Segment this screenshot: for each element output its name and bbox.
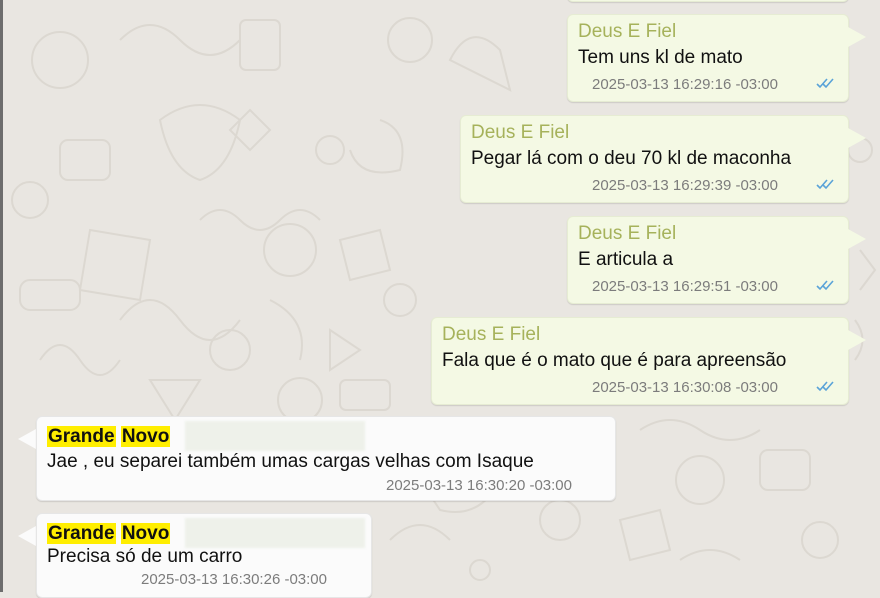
pane-left-border	[0, 0, 3, 592]
message-timestamp: 2025-03-13 16:29:16 -03:00	[592, 76, 778, 93]
sender-name-first: Grande	[47, 523, 116, 544]
incoming-message[interactable]: Grande Novo Precisa só de um carro 2025-…	[36, 513, 372, 598]
double-check-icon	[816, 78, 834, 89]
sender-name-first: Grande	[47, 426, 116, 447]
redacted-area	[185, 518, 365, 548]
message-sender-name: Deus E Fiel	[442, 324, 541, 345]
message-sender-name: Deus E Fiel	[471, 122, 570, 143]
message-timestamp: 2025-03-13 16:29:51 -03:00	[592, 278, 778, 295]
message-sender-name: Grande Novo	[47, 523, 171, 545]
message-sender-name: Deus E Fiel	[578, 21, 677, 42]
outgoing-message-partial	[567, 0, 849, 2]
bubble-tail	[848, 229, 866, 249]
message-text: Precisa só de um carro	[47, 546, 243, 567]
message-text: Fala que é o mato que é para apreensão	[442, 350, 787, 371]
outgoing-message[interactable]: Deus E Fiel Fala que é o mato que é para…	[431, 317, 849, 405]
bubble-tail	[848, 27, 866, 47]
message-timestamp: 2025-03-13 16:29:39 -03:00	[592, 177, 778, 194]
message-sender-name: Grande Novo	[47, 426, 171, 448]
sender-name-second: Novo	[120, 426, 171, 447]
message-text: Tem uns kl de mato	[578, 47, 743, 68]
message-timestamp: 2025-03-13 16:30:08 -03:00	[592, 379, 778, 396]
bubble-tail	[18, 526, 36, 546]
message-sender-name: Deus E Fiel	[578, 223, 677, 244]
message-text: E articula a	[578, 249, 674, 270]
message-timestamp: 2025-03-13 16:30:26 -03:00	[141, 571, 327, 588]
outgoing-message[interactable]: Deus E Fiel Tem uns kl de mato 2025-03-1…	[567, 14, 849, 102]
double-check-icon	[816, 179, 834, 190]
double-check-icon	[816, 381, 834, 392]
redacted-area	[185, 421, 365, 451]
outgoing-message[interactable]: Deus E Fiel Pegar lá com o deu 70 kl de …	[460, 115, 849, 203]
message-timestamp: 2025-03-13 16:30:20 -03:00	[386, 477, 572, 494]
bubble-tail	[848, 128, 866, 148]
double-check-icon	[816, 280, 834, 291]
message-text: Pegar lá com o deu 70 kl de maconha	[471, 148, 792, 169]
incoming-message[interactable]: Grande Novo Jae , eu separei também umas…	[36, 416, 616, 501]
bubble-tail	[18, 429, 36, 449]
sender-name-second: Novo	[120, 523, 171, 544]
bubble-tail	[848, 330, 866, 350]
outgoing-message[interactable]: Deus E Fiel E articula a 2025-03-13 16:2…	[567, 216, 849, 304]
message-text: Jae , eu separei também umas cargas velh…	[47, 451, 534, 472]
